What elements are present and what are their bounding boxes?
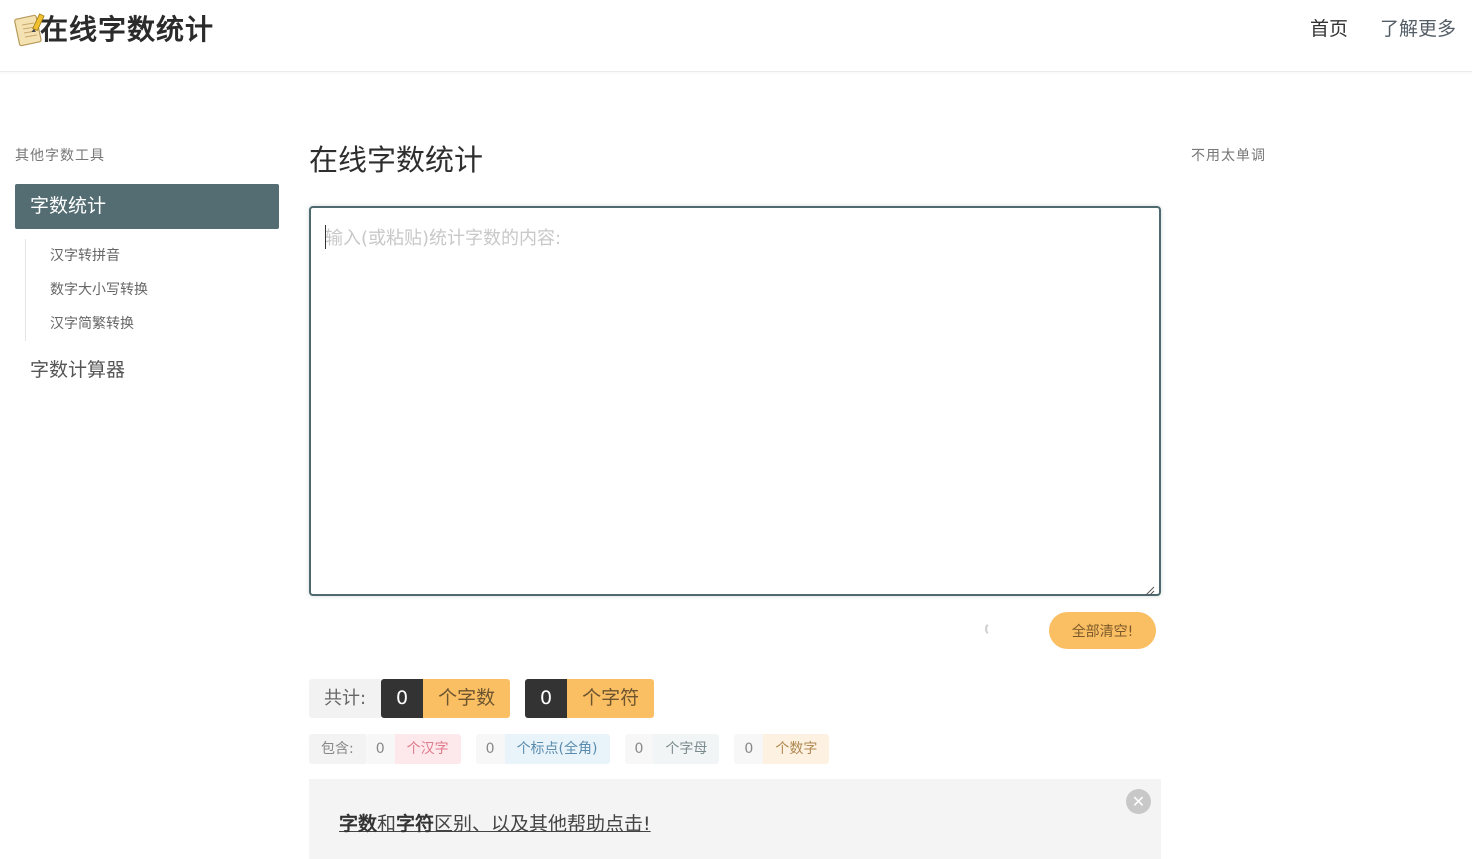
notebook-pencil-icon (14, 11, 45, 47)
nav-about-link[interactable]: 了解更多 (1380, 14, 1456, 41)
sidebar-heading: 其他字数工具 (15, 148, 105, 164)
sidebar-item-number-case[interactable]: 数字大小写转换 (50, 273, 279, 307)
page-title: 在线字数统计 (309, 143, 484, 177)
sidebar-item-calculator[interactable]: 字数计算器 (15, 353, 279, 387)
punct-count-value: 0 (475, 734, 505, 764)
sidebar-sub-list: 汉字转拼音 数字大小写转换 汉字简繁转换 (25, 239, 279, 341)
top-header: 在线字数统计 首页 了解更多 (0, 0, 1472, 72)
hanzi-count-unit: 个汉字 (394, 734, 461, 764)
digit-count-value: 0 (734, 734, 764, 764)
sidebar-item-pinyin[interactable]: 汉字转拼音 (50, 239, 279, 273)
top-nav: 首页 了解更多 (1310, 14, 1456, 41)
totals-label: 共计: (309, 679, 382, 718)
digit-count-badge: 0 个数字 (734, 734, 830, 764)
sidebar: 其他字数工具 字数统计 汉字转拼音 数字大小写转换 汉字简繁转换 字数计算器 (15, 144, 279, 387)
word-count-badge: 0 个字数 (381, 679, 511, 718)
sidebar-item-simplified-traditional[interactable]: 汉字简繁转换 (50, 307, 279, 341)
char-count-unit: 个字符 (567, 679, 655, 718)
sidebar-item-word-count[interactable]: 字数统计 (15, 184, 279, 229)
logo-text: 在线字数统计 (40, 13, 215, 46)
text-input[interactable] (311, 208, 1159, 594)
letter-count-unit: 个字母 (653, 734, 720, 764)
close-icon[interactable]: ✕ (1126, 789, 1151, 814)
text-input-container (309, 206, 1161, 596)
help-link-char: 字符 (396, 813, 435, 835)
letter-count-badge: 0 个字母 (624, 734, 720, 764)
loading-spinner-icon (985, 622, 999, 636)
word-count-value: 0 (381, 679, 424, 718)
totals-bar: 共计: 0 个字数 0 个字符 (309, 679, 655, 718)
letter-count-value: 0 (624, 734, 654, 764)
help-link-rest: 区别、以及其他帮助点击! (434, 813, 651, 835)
char-count-value: 0 (525, 679, 568, 718)
help-box: 字数和字符区别、以及其他帮助点击! ✕ (309, 779, 1161, 859)
word-count-unit: 个字数 (423, 679, 511, 718)
help-link-word: 字数 (339, 813, 378, 835)
resize-handle-icon[interactable] (1145, 581, 1155, 596)
punct-count-unit: 个标点(全角) (504, 734, 610, 764)
hanzi-count-badge: 0 个汉字 (365, 734, 461, 764)
logo[interactable]: 在线字数统计 (14, 8, 214, 48)
help-link[interactable]: 字数和字符区别、以及其他帮助点击! (339, 809, 651, 836)
nav-home-link[interactable]: 首页 (1310, 14, 1348, 41)
help-link-and: 和 (377, 813, 397, 835)
clear-all-button[interactable]: 全部清空! (1049, 612, 1156, 649)
hanzi-count-value: 0 (365, 734, 395, 764)
right-note: 不用太单调 (1191, 148, 1266, 164)
main-content: 在线字数统计 全部清空! 共计: 0 个字数 0 个字符 包含: 0 个汉字 (309, 138, 1161, 859)
breakdown-bar: 包含: 0 个汉字 0 个标点(全角) 0 个字母 0 个数字 (309, 734, 830, 764)
digit-count-unit: 个数字 (763, 734, 830, 764)
breakdown-label: 包含: (309, 734, 366, 764)
punct-count-badge: 0 个标点(全角) (475, 734, 610, 764)
char-count-badge: 0 个字符 (525, 679, 655, 718)
text-caret (325, 225, 326, 249)
